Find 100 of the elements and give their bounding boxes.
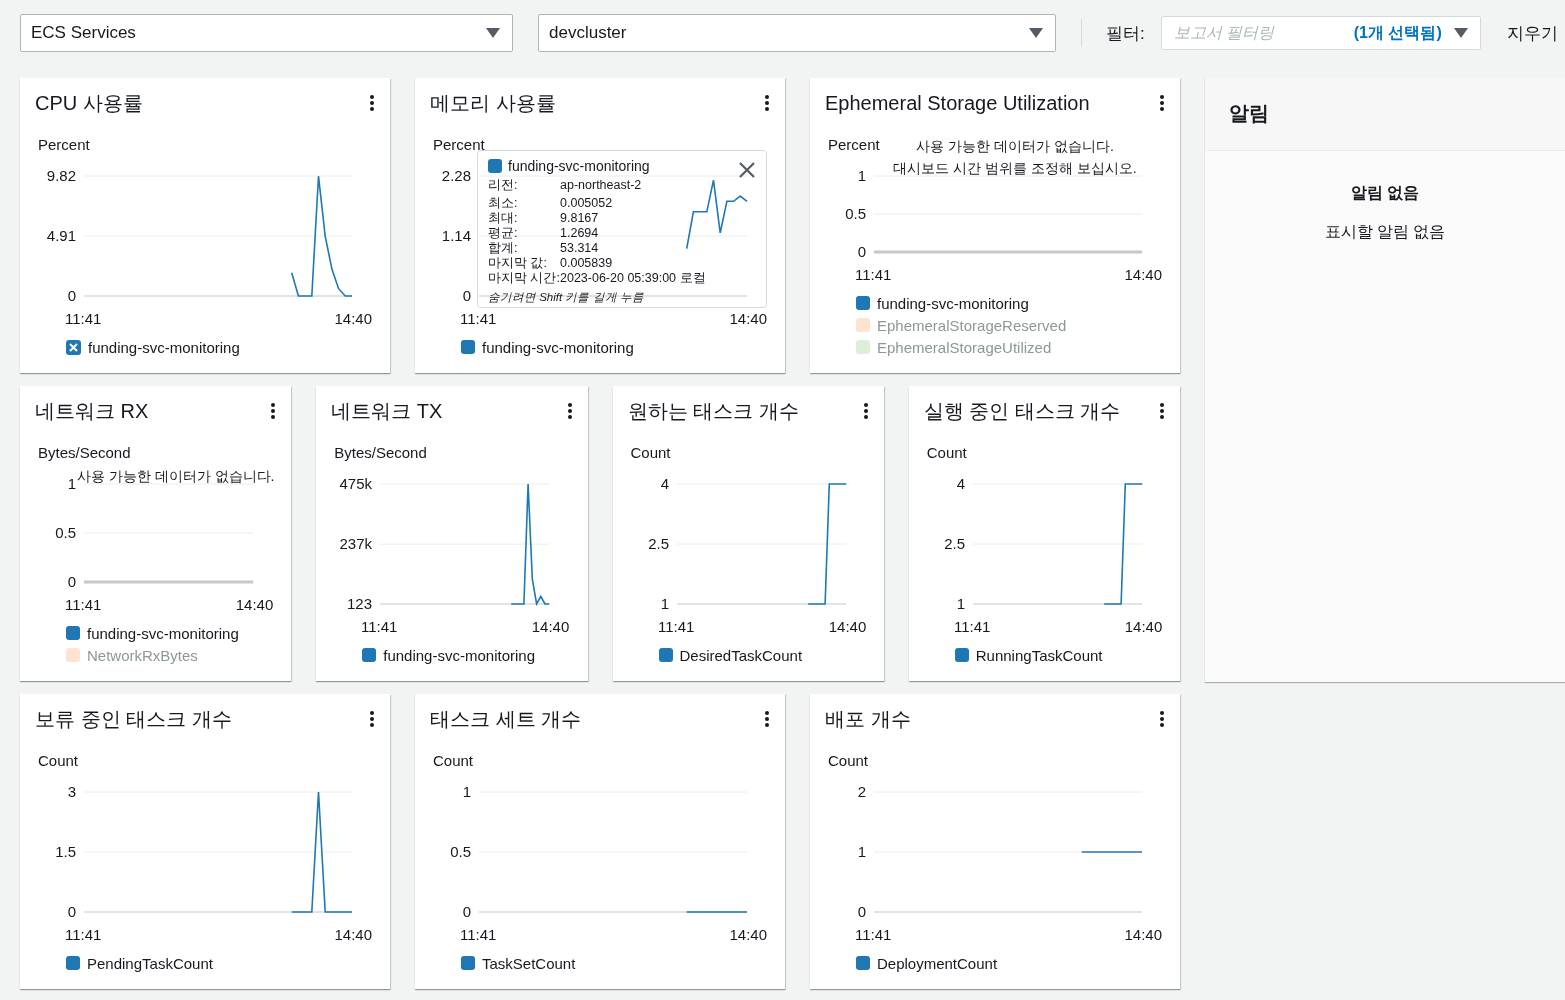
tick-label: 2.5 bbox=[943, 535, 965, 552]
tick-label: 14:40 bbox=[1124, 926, 1162, 943]
tick-label: 0 bbox=[462, 287, 471, 304]
tick-label: 11:41 bbox=[361, 618, 398, 635]
tooltip-series-name: funding-svc-monitoring bbox=[508, 158, 650, 174]
filter-field[interactable]: 보고서 필터링 (1개 선택됨) bbox=[1160, 16, 1481, 50]
empty-message: 표시할 알림 없음 bbox=[1324, 222, 1446, 242]
tick-label: 0.5 bbox=[55, 524, 76, 541]
unit-label: Count bbox=[828, 752, 869, 769]
tooltip-hint: 숨기려면 Shift 키를 길게 누름 bbox=[488, 290, 644, 304]
tick-label: 4 bbox=[660, 475, 669, 492]
widget-title: CPU 사용률 bbox=[35, 90, 143, 116]
unit-label: Percent bbox=[433, 136, 485, 153]
legend-item[interactable]: funding-svc-monitoring bbox=[362, 646, 535, 664]
tick-label: 1 bbox=[956, 595, 965, 612]
widget-title: 배포 개수 bbox=[825, 706, 911, 732]
tick-label: 3 bbox=[67, 783, 76, 800]
tick-label: 1 bbox=[462, 783, 471, 800]
widget-title: 태스크 세트 개수 bbox=[430, 706, 582, 732]
tick-label: 14:40 bbox=[1124, 618, 1162, 635]
tick-label: 4 bbox=[956, 475, 965, 492]
tick-label: 1 bbox=[857, 843, 866, 860]
legend-item[interactable]: DesiredTaskCount bbox=[658, 646, 803, 664]
legend-item[interactable]: DeploymentCount bbox=[856, 954, 998, 972]
legend-item[interactable]: funding-svc-monitoring bbox=[461, 338, 634, 356]
tick-label: 11:41 bbox=[65, 310, 102, 327]
tooltip-label: 마지막 값: bbox=[488, 256, 548, 271]
tick-label: 2.5 bbox=[647, 535, 669, 552]
tick-label: 11:41 bbox=[65, 596, 102, 613]
clear-button[interactable]: 지우기 bbox=[1506, 21, 1558, 45]
tooltip-value: ap-northeast-2 bbox=[560, 178, 643, 193]
chart-line bbox=[1080, 851, 1143, 853]
unit-label: Bytes/Second bbox=[38, 444, 131, 461]
tick-label: 1.14 bbox=[441, 227, 471, 244]
tick-label: 14:40 bbox=[334, 310, 372, 327]
tooltip-value: 0.005839 bbox=[560, 256, 614, 271]
tick-label: 14:40 bbox=[235, 596, 274, 613]
unit-label: Count bbox=[630, 444, 671, 461]
tick-label: 11:41 bbox=[657, 618, 694, 635]
widget-title: 메모리 사용률 bbox=[430, 90, 556, 116]
no-data-message: 사용 가능한 데이터가 없습니다. bbox=[916, 138, 1114, 156]
tooltip-label: 최대: bbox=[488, 211, 519, 226]
tick-label: 1 bbox=[857, 167, 866, 184]
tick-label: 1 bbox=[660, 595, 669, 612]
chart-line bbox=[685, 179, 748, 250]
tick-label: 0 bbox=[67, 573, 76, 590]
tick-label: 0 bbox=[67, 903, 76, 920]
tick-label: 0.5 bbox=[845, 205, 866, 222]
legend-item[interactable]: PendingTaskCount bbox=[66, 954, 213, 972]
legend-item[interactable]: funding-svc-monitoring bbox=[66, 338, 240, 356]
tick-label: 2.28 bbox=[441, 167, 471, 184]
unit-label: Percent bbox=[828, 136, 880, 153]
no-data-message: 대시보드 시간 범위를 조정해 보십시오. bbox=[893, 160, 1137, 178]
unit-label: Percent bbox=[38, 136, 90, 153]
tooltip-label: 리전: bbox=[488, 178, 519, 193]
service-select[interactable]: ECS Services bbox=[20, 14, 513, 52]
tick-label: 14:40 bbox=[729, 310, 767, 327]
tooltip-value: 1.2694 bbox=[560, 226, 600, 241]
tick-label: 0 bbox=[857, 903, 866, 920]
tick-label: 1 bbox=[67, 475, 76, 492]
legend-item[interactable]: TaskSetCount bbox=[461, 954, 576, 972]
legend-item[interactable]: funding-svc-monitoring bbox=[66, 624, 239, 642]
tick-label: 11:41 bbox=[953, 618, 991, 635]
widget-title: 원하는 태스크 개수 bbox=[627, 398, 799, 424]
cluster-select[interactable]: devcluster bbox=[538, 14, 1056, 52]
tick-label: 1.5 bbox=[55, 843, 76, 860]
tick-label: 0.5 bbox=[450, 843, 471, 860]
tooltip-label: 평균: bbox=[488, 226, 519, 241]
tooltip-value: 0.005052 bbox=[560, 196, 614, 211]
tick-label: 0 bbox=[462, 903, 471, 920]
tooltip-value: 9.8167 bbox=[560, 211, 600, 226]
no-data-message: 사용 가능한 데이터가 없습니다. bbox=[76, 468, 275, 486]
legend-item[interactable]: RunningTaskCount bbox=[954, 646, 1103, 664]
tick-label: 14:40 bbox=[1124, 266, 1162, 283]
tooltip-value: 2023-06-20 05:39:00 로컬 bbox=[560, 271, 707, 286]
widget-title: 보류 중인 태스크 개수 bbox=[35, 706, 232, 732]
selection-count: (1개 선택됨) bbox=[1353, 22, 1442, 43]
unit-label: Bytes/Second bbox=[334, 444, 427, 461]
unit-label: Count bbox=[433, 752, 474, 769]
caret-icon bbox=[1029, 28, 1043, 38]
tooltip-label: 최소: bbox=[488, 196, 519, 211]
tick-label: 11:41 bbox=[855, 926, 892, 943]
tick-label: 14:40 bbox=[729, 926, 767, 943]
tick-label: 11:41 bbox=[855, 266, 892, 283]
widget-title: 네트워크 TX bbox=[331, 398, 443, 424]
tick-label: 4.91 bbox=[46, 227, 76, 244]
tooltip-label: 마지막 시간: bbox=[488, 271, 560, 286]
tick-label: 2 bbox=[857, 783, 866, 800]
tick-label: 14:40 bbox=[334, 926, 372, 943]
tick-label: 14:40 bbox=[531, 618, 570, 635]
tick-label: 0 bbox=[67, 287, 76, 304]
legend-item[interactable]: funding-svc-monitoring bbox=[856, 294, 1029, 312]
close-icon[interactable] bbox=[738, 161, 756, 179]
tick-label: 11:41 bbox=[460, 310, 497, 327]
chart-line bbox=[685, 911, 748, 913]
tick-label: 14:40 bbox=[828, 618, 866, 635]
filter-placeholder: 보고서 필터링 bbox=[1173, 22, 1276, 43]
tick-label: 11:41 bbox=[65, 926, 102, 943]
widget-title: 실행 중인 태스크 개수 bbox=[923, 398, 1121, 424]
panel-title: 알림 bbox=[1229, 101, 1270, 126]
